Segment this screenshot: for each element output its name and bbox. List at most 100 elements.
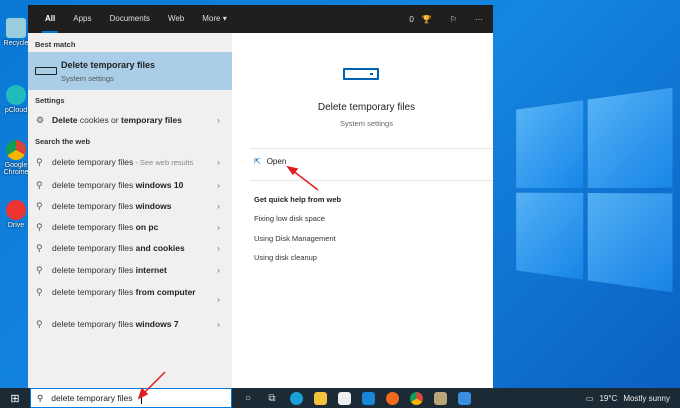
chevron-right-icon[interactable]: › — [217, 319, 220, 329]
desktop-icon-label: Recycle — [3, 40, 29, 47]
settings-item-delete-cookies[interactable]: ⚙ Delete cookies or temporary files › — [28, 115, 232, 125]
tab-web[interactable]: Web — [159, 5, 193, 33]
more-options-icon[interactable]: ··· — [475, 15, 483, 24]
web-suggestion-item[interactable]: ⚲ delete temporary files windows 10 › — [28, 180, 232, 190]
storage-device-icon — [35, 67, 57, 75]
desktop-icon-chrome[interactable]: Google Chrome — [2, 140, 30, 176]
search-filter-bar: All Apps Documents Web More ▾ 0 🏆 ⚐ ··· — [28, 5, 493, 33]
taskbar-search-input[interactable]: ⚲ delete temporary files — [30, 388, 232, 408]
search-icon: ⚲ — [36, 222, 43, 232]
search-icon: ⚲ — [36, 157, 43, 167]
task-view-icon[interactable]: ⧉ — [260, 388, 284, 408]
tab-more[interactable]: More ▾ — [193, 5, 235, 33]
help-link[interactable]: Using disk cleanup — [254, 253, 317, 262]
chevron-right-icon[interactable]: › — [217, 222, 220, 232]
search-icon: ⚲ — [36, 243, 43, 253]
photos-icon[interactable] — [452, 388, 476, 408]
results-list: Best match Delete temporary files System… — [28, 33, 232, 388]
suggestion-bold: on pc — [135, 222, 159, 232]
chevron-right-icon[interactable]: › — [217, 115, 220, 125]
suggestion-bold: windows 10 — [135, 180, 184, 190]
tab-apps[interactable]: Apps — [64, 5, 100, 33]
desktop-icon-pcloud[interactable]: pCloud — [2, 85, 30, 114]
desktop-icon-label: pCloud — [4, 107, 28, 114]
search-icon: ⚲ — [36, 287, 43, 297]
firefox-icon[interactable] — [380, 388, 404, 408]
app-icon[interactable] — [428, 388, 452, 408]
divider — [250, 148, 493, 149]
chevron-right-icon[interactable]: › — [217, 293, 220, 306]
suggestion-base: delete temporary files — [52, 157, 134, 167]
suggestion-bold: and cookies — [135, 243, 185, 253]
edge-icon[interactable] — [284, 388, 308, 408]
windows-wallpaper-logo — [516, 87, 673, 293]
rewards-points: 0 — [409, 14, 414, 24]
search-icon: ⚲ — [36, 319, 43, 329]
settings-icon: ⚙ — [36, 115, 45, 125]
chevron-right-icon[interactable]: › — [217, 157, 220, 167]
windows-start-icon[interactable]: ⊞ — [0, 392, 30, 405]
web-suggestion-item[interactable]: ⚲ delete temporary files from computer › — [28, 286, 220, 304]
search-icon: ⚲ — [36, 201, 43, 211]
section-settings: Settings — [35, 96, 65, 105]
storage-device-icon — [343, 68, 379, 80]
trophy-icon[interactable]: 🏆 — [422, 15, 432, 24]
file-explorer-icon[interactable] — [308, 388, 332, 408]
web-suggestion-item[interactable]: ⚲ delete temporary files on pc › — [28, 222, 232, 232]
suggestion-base: delete temporary files — [52, 287, 136, 297]
tab-all[interactable]: All — [36, 5, 64, 33]
taskbar: ⊞ ⚲ delete temporary files ○ ⧉ ▭ 19°C Mostl… — [0, 388, 680, 408]
search-icon: ⚲ — [36, 265, 43, 275]
suggestion-hint: - See web results — [133, 158, 194, 167]
web-suggestion-item[interactable]: ⚲ delete temporary files windows 7 › — [28, 319, 232, 329]
search-value: delete temporary files — [51, 393, 133, 403]
section-search-web: Search the web — [35, 137, 91, 146]
mail-icon[interactable] — [356, 388, 380, 408]
search-panel: All Apps Documents Web More ▾ 0 🏆 ⚐ ··· … — [28, 5, 493, 388]
section-best-match: Best match — [35, 40, 76, 49]
desktop-icon-recycle-bin[interactable]: Recycle — [2, 18, 30, 47]
divider — [250, 180, 493, 181]
best-match-subtitle: System settings — [61, 74, 114, 83]
search-icon: ⚲ — [37, 392, 44, 403]
suggestion-base: delete temporary files — [52, 243, 136, 253]
feedback-icon[interactable]: ⚐ — [450, 15, 457, 24]
best-match-title: Delete temporary files — [61, 60, 156, 70]
help-link[interactable]: Using Disk Management — [254, 234, 336, 243]
suggestion-base: delete temporary files — [52, 222, 136, 232]
chevron-right-icon[interactable]: › — [217, 243, 220, 253]
chevron-right-icon[interactable]: › — [217, 201, 220, 211]
best-match-item[interactable]: Delete temporary files System settings — [28, 52, 232, 90]
tab-documents[interactable]: Documents — [100, 5, 158, 33]
preview-title: Delete temporary files — [317, 102, 416, 113]
quick-help-heading: Get quick help from web — [254, 195, 342, 204]
suggestion-base: delete temporary files — [52, 265, 136, 275]
cortana-icon[interactable]: ○ — [236, 388, 260, 408]
help-link[interactable]: Fixing low disk space — [254, 214, 325, 223]
weather-icon: ▭ — [585, 393, 594, 403]
web-suggestion-item[interactable]: ⚲ delete temporary files internet › — [28, 265, 232, 275]
store-icon[interactable] — [332, 388, 356, 408]
text-part: cookies or — [77, 115, 121, 125]
suggestion-base: delete temporary files — [52, 180, 136, 190]
temperature: 19°C — [599, 393, 618, 403]
open-label: Open — [266, 157, 287, 166]
desktop-icon-drive[interactable]: Drive — [2, 200, 30, 229]
weather-condition: Mostly sunny — [623, 393, 670, 403]
suggestion-base: delete temporary files — [52, 201, 136, 211]
chevron-right-icon[interactable]: › — [217, 180, 220, 190]
open-button[interactable]: ⇱ Open — [254, 157, 286, 166]
preview-subtitle: System settings — [340, 119, 393, 128]
desktop-icon-label: Google Chrome — [3, 162, 29, 176]
web-suggestion-item[interactable]: ⚲ delete temporary files and cookies › — [28, 243, 232, 253]
search-icon: ⚲ — [36, 180, 43, 190]
suggestion-bold: internet — [135, 265, 167, 275]
chevron-right-icon[interactable]: › — [217, 265, 220, 275]
text-part: temporary files — [120, 115, 182, 125]
weather-widget[interactable]: ▭ 19°C Mostly sunny — [586, 388, 670, 408]
suggestion-base: delete temporary files — [52, 319, 136, 329]
preview-pane: Delete temporary files System settings ⇱… — [240, 33, 493, 388]
chrome-icon[interactable] — [404, 388, 428, 408]
web-suggestion-item[interactable]: ⚲ delete temporary files - See web result… — [28, 157, 232, 167]
web-suggestion-item[interactable]: ⚲ delete temporary files windows › — [28, 201, 232, 211]
